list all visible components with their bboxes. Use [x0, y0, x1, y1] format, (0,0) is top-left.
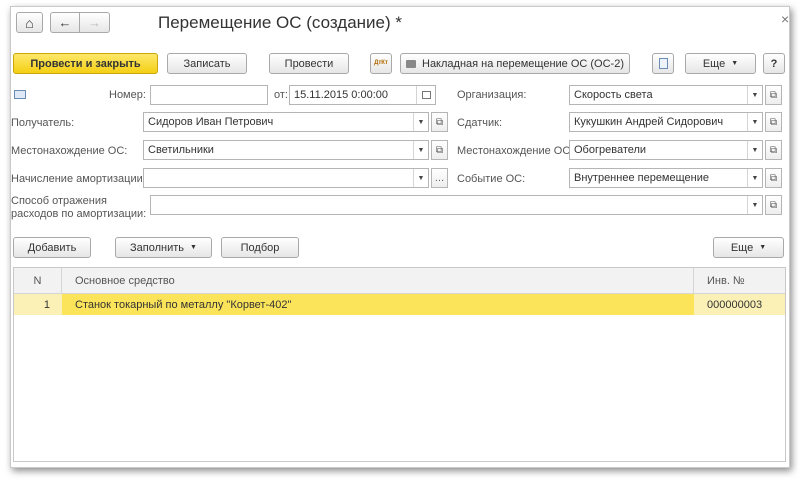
printer-icon — [406, 59, 416, 68]
assets-table: N Основное средство Инв. № 1 Станок тока… — [13, 267, 786, 462]
method-label-line1: Способ отражения — [11, 195, 107, 207]
open-link-icon[interactable]: ⧉ — [431, 112, 448, 132]
row-number: 1 — [14, 294, 62, 315]
triangle-down-icon: ▼ — [759, 244, 767, 251]
open-link-icon[interactable]: ⧉ — [765, 140, 782, 160]
more-button[interactable]: Еще ▼ — [685, 53, 756, 74]
date-label: от: — [274, 89, 288, 101]
dt-kt-button[interactable]: ДтКт — [370, 53, 392, 74]
print-waybill-label: Накладная на перемещение ОС (ОС-2) — [422, 57, 624, 70]
document-icon — [658, 58, 668, 69]
table-more-label: Еще — [730, 241, 754, 254]
chevron-down-icon[interactable]: ▼ — [747, 169, 762, 187]
back-button[interactable]: ← — [50, 12, 80, 33]
help-button[interactable]: ? — [763, 53, 785, 74]
chevron-down-icon[interactable]: ▼ — [413, 113, 428, 131]
organization-label: Организация: — [457, 89, 527, 101]
dt-kt-icon: ДтКт — [374, 60, 388, 66]
chevron-down-icon[interactable]: ▼ — [747, 113, 762, 131]
fill-button[interactable]: Заполнить ▼ — [115, 237, 212, 258]
amortization-label: Начисление амортизации: — [11, 173, 146, 185]
chevron-down-icon[interactable]: ▼ — [413, 169, 428, 187]
location2-label: Местонахождение ОС: — [457, 145, 574, 157]
open-link-icon[interactable]: ⧉ — [765, 85, 782, 105]
triangle-down-icon: ▼ — [190, 244, 197, 251]
chevron-down-icon[interactable]: ▼ — [747, 196, 762, 214]
location2-field[interactable]: Обогреватели ▼ — [569, 140, 763, 160]
column-header-asset[interactable]: Основное средство — [62, 268, 694, 293]
organization-field[interactable]: Скорость света ▼ — [569, 85, 763, 105]
event-label: Событие ОС: — [457, 173, 526, 185]
document-icon-button[interactable] — [652, 53, 674, 74]
home-icon: ⌂ — [25, 14, 34, 31]
document-window: ⌂ ← → Перемещение ОС (создание) * × Пров… — [10, 6, 790, 468]
chevron-down-icon[interactable]: ▼ — [413, 141, 428, 159]
print-waybill-button[interactable]: Накладная на перемещение ОС (ОС-2) — [400, 53, 630, 74]
calendar-icon[interactable] — [416, 86, 435, 104]
location-label: Местонахождение ОС: — [11, 145, 128, 157]
table-row[interactable]: 1 Станок токарный по металлу "Корвет-402… — [14, 294, 785, 315]
fill-label: Заполнить — [130, 241, 185, 254]
home-button[interactable]: ⌂ — [16, 12, 43, 33]
date-field[interactable]: 15.11.2015 0:00:00 — [289, 85, 436, 105]
open-link-icon[interactable]: ⧉ — [765, 195, 782, 215]
recipient-field[interactable]: Сидоров Иван Петрович ▼ — [143, 112, 429, 132]
column-header-inv[interactable]: Инв. № — [694, 268, 785, 293]
history-icon[interactable] — [14, 90, 26, 99]
triangle-down-icon: ▼ — [731, 60, 739, 67]
column-header-n[interactable]: N — [14, 268, 62, 293]
ellipsis-button[interactable]: … — [431, 168, 448, 188]
chevron-down-icon[interactable]: ▼ — [747, 86, 762, 104]
location-field[interactable]: Светильники ▼ — [143, 140, 429, 160]
chevron-down-icon[interactable]: ▼ — [747, 141, 762, 159]
sender-label: Сдатчик: — [457, 117, 503, 129]
table-more-button[interactable]: Еще ▼ — [713, 237, 784, 258]
post-button[interactable]: Провести — [269, 53, 349, 74]
open-link-icon[interactable]: ⧉ — [765, 112, 782, 132]
method-label-line2: расходов по амортизации: — [11, 208, 147, 220]
save-button[interactable]: Записать — [167, 53, 247, 74]
number-field[interactable] — [150, 85, 268, 105]
add-button[interactable]: Добавить — [13, 237, 91, 258]
selection-button[interactable]: Подбор — [221, 237, 299, 258]
table-header: N Основное средство Инв. № — [14, 268, 785, 294]
open-link-icon[interactable]: ⧉ — [431, 140, 448, 160]
number-label: Номер: — [109, 89, 146, 101]
inv-number-cell[interactable]: 000000003 — [694, 294, 785, 315]
amortization-field[interactable]: ▼ — [143, 168, 429, 188]
arrow-left-icon: ← — [58, 15, 72, 30]
close-icon[interactable]: × — [781, 11, 789, 27]
amortization-method-field[interactable]: ▼ — [150, 195, 763, 215]
post-and-close-button[interactable]: Провести и закрыть — [13, 53, 158, 74]
more-label: Еще — [702, 57, 726, 70]
page-title: Перемещение ОС (создание) * — [158, 13, 403, 32]
event-field[interactable]: Внутреннее перемещение ▼ — [569, 168, 763, 188]
forward-button[interactable]: → — [79, 12, 110, 33]
open-link-icon[interactable]: ⧉ — [765, 168, 782, 188]
asset-cell[interactable]: Станок токарный по металлу "Корвет-402" — [62, 294, 694, 315]
arrow-right-icon: → — [88, 15, 101, 30]
recipient-label: Получатель: — [11, 117, 75, 129]
sender-field[interactable]: Кукушкин Андрей Сидорович ▼ — [569, 112, 763, 132]
